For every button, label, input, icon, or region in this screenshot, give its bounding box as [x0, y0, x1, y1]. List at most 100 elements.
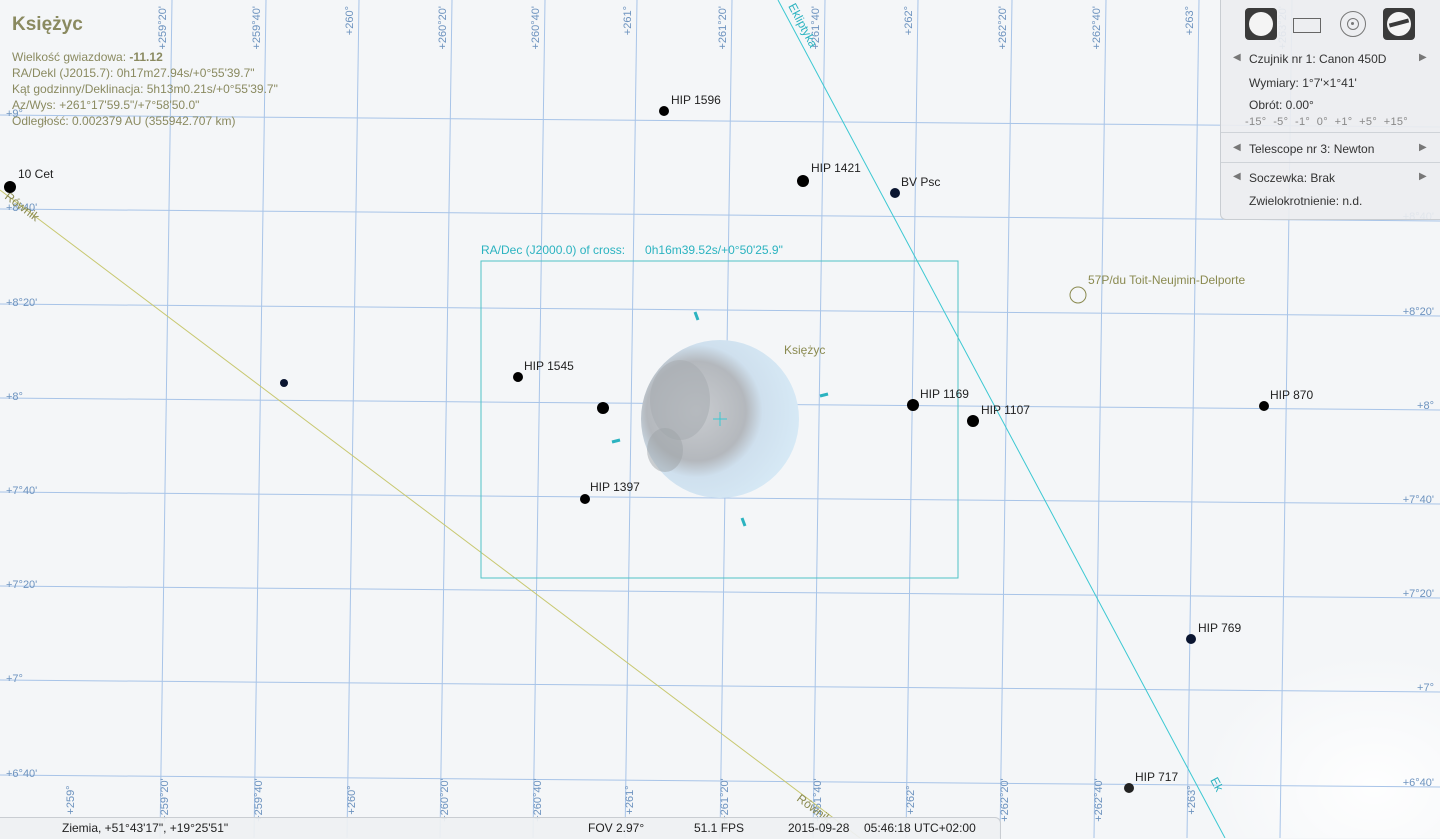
star-label: HIP 717 [1135, 770, 1178, 784]
comet-label: 57P/du Toit-Neujmin-Delporte [1088, 273, 1246, 287]
status-bar: Ziemia, +51°43'17", +19°25'51" FOV 2.97°… [0, 817, 1001, 839]
grid-label: +7° [6, 673, 23, 685]
grid-label: +7°20' [6, 579, 37, 591]
star[interactable] [513, 372, 523, 382]
rotation-scale[interactable]: -15° -5° -1° 0° +1° +5° +15° [1245, 116, 1408, 128]
star[interactable] [4, 181, 16, 193]
grid-label: +262°40' [1093, 778, 1105, 822]
fps-label: 51.1 FPS [694, 821, 745, 835]
prev-sensor-icon[interactable]: ◀ [1233, 52, 1241, 63]
grid-label: +8°20' [1403, 306, 1434, 318]
star[interactable] [659, 106, 669, 116]
star[interactable] [907, 399, 919, 411]
star-label: HIP 1107 [981, 403, 1030, 417]
grid-label: +259°40' [253, 778, 265, 822]
prev-lens-icon[interactable]: ◀ [1233, 171, 1241, 182]
magnitude-line: Wielkość gwiazdowa: -11.12 [12, 50, 163, 64]
star-label: HIP 769 [1198, 621, 1241, 635]
sensor-row[interactable]: ◀ Czujnik nr 1: Canon 450D ▶ [1221, 50, 1440, 70]
star[interactable] [1186, 634, 1196, 644]
grid-label: +262° [905, 785, 917, 814]
star[interactable] [280, 379, 288, 387]
fov-label: FOV 2.97° [588, 821, 645, 835]
grid-label: +262°40' [1091, 6, 1103, 50]
divider [1221, 132, 1440, 133]
star[interactable] [890, 188, 900, 198]
prev-telescope-icon[interactable]: ◀ [1233, 142, 1241, 153]
magnitude-label: Wielkość gwiazdowa: [12, 50, 130, 64]
star-label: BV Psc [901, 175, 940, 189]
grid-label: +262° [903, 6, 915, 35]
multiplicity-row: Zwielokrotnienie: n.d. [1221, 192, 1440, 212]
grid-label: +6°40' [1403, 777, 1434, 789]
grid-label: +7°20' [1403, 588, 1434, 600]
grid-label: +7° [1417, 682, 1434, 694]
dimensions-row: Wymiary: 1°7'×1°41' [1221, 74, 1440, 94]
grid-label: +260°40' [532, 778, 544, 822]
ocular-circle-icon[interactable] [1245, 8, 1277, 40]
star[interactable] [1124, 783, 1134, 793]
grid-label: +260°40' [530, 6, 542, 50]
grid-label: +260° [346, 785, 358, 814]
grid-label: +8° [1417, 400, 1434, 412]
grid-label: +262°20' [997, 6, 1009, 50]
grid-label: +260°20' [439, 778, 451, 822]
star-label: 10 Cet [18, 167, 54, 181]
telescope-label: Telescope nr 3: Newton [1249, 142, 1375, 156]
grid-label: +263° [1184, 6, 1196, 35]
star[interactable] [967, 415, 979, 427]
time-label[interactable]: 05:46:18 UTC+02:00 [864, 821, 976, 835]
telescope-config-icon[interactable] [1383, 8, 1415, 40]
star-label: HIP 870 [1270, 388, 1313, 402]
azalt-line: Az/Wys: +261°17'59.5"/+7°58'50.0" [12, 98, 200, 112]
grid-label: +261°20' [717, 6, 729, 50]
grid-label: +7°40' [1403, 494, 1434, 506]
star-label: HIP 1397 [590, 480, 640, 494]
telrad-icon[interactable] [1337, 8, 1369, 40]
grid-label: +7°40' [6, 485, 37, 497]
sensor-label: Czujnik nr 1: Canon 450D [1249, 52, 1387, 66]
ccd-frame-icon[interactable] [1291, 8, 1323, 40]
telescope-row[interactable]: ◀ Telescope nr 3: Newton ▶ [1221, 140, 1440, 160]
next-telescope-icon[interactable]: ▶ [1419, 142, 1427, 153]
moon-maria [647, 428, 683, 472]
divider [1221, 162, 1440, 163]
grid-label: +259°20' [159, 778, 171, 822]
star-label: HIP 1169 [920, 387, 969, 401]
grid-label: +261° [624, 785, 636, 814]
grid-label: +260°20' [437, 6, 449, 50]
radec-line: RA/Dekl (J2015.7): 0h17m27.94s/+0°55'39.… [12, 66, 255, 80]
magnitude-value: -11.12 [129, 50, 163, 64]
grid-label: +261°20' [719, 778, 731, 822]
next-sensor-icon[interactable]: ▶ [1419, 52, 1427, 63]
moon-label: Księżyc [784, 343, 825, 357]
grid-label: +259° [65, 785, 77, 814]
next-lens-icon[interactable]: ▶ [1419, 171, 1427, 182]
star[interactable] [797, 175, 809, 187]
crosshair-coordinates: RA/Dec (J2000.0) of cross: 0h16m39.52s/+… [481, 243, 783, 257]
rotation-label: Obrót: 0.00° [1249, 98, 1314, 112]
grid-label: +261° [622, 6, 634, 35]
moon-maria [650, 360, 710, 440]
multiplicity-label: Zwielokrotnienie: n.d. [1249, 194, 1363, 208]
star[interactable] [1259, 401, 1269, 411]
distance-line: Odległość: 0.002379 AU (355942.707 km) [12, 114, 236, 128]
rotation-row: Obrót: 0.00° [1221, 96, 1440, 116]
star[interactable] [580, 494, 590, 504]
grid-label: +8°20' [6, 297, 37, 309]
star-label: HIP 1596 [671, 93, 721, 107]
star[interactable] [597, 402, 609, 414]
oculars-panel: ◀ Czujnik nr 1: Canon 450D ▶ Wymiary: 1°… [1220, 0, 1440, 220]
grid-label: +6°40' [6, 768, 37, 780]
location-label[interactable]: Ziemia, +51°43'17", +19°25'51" [62, 821, 228, 835]
star-label: HIP 1421 [811, 161, 861, 175]
star-label: HIP 1545 [524, 359, 574, 373]
lens-row[interactable]: ◀ Soczewka: Brak ▶ [1221, 169, 1440, 189]
lens-label: Soczewka: Brak [1249, 171, 1336, 185]
grid-label: +259°20' [157, 6, 169, 50]
grid-label: +8° [6, 391, 23, 403]
date-label[interactable]: 2015-09-28 [788, 821, 849, 835]
dimensions-label: Wymiary: 1°7'×1°41' [1249, 76, 1357, 90]
grid-label: +259°40' [251, 6, 263, 50]
grid-label: +262°20' [999, 778, 1011, 822]
